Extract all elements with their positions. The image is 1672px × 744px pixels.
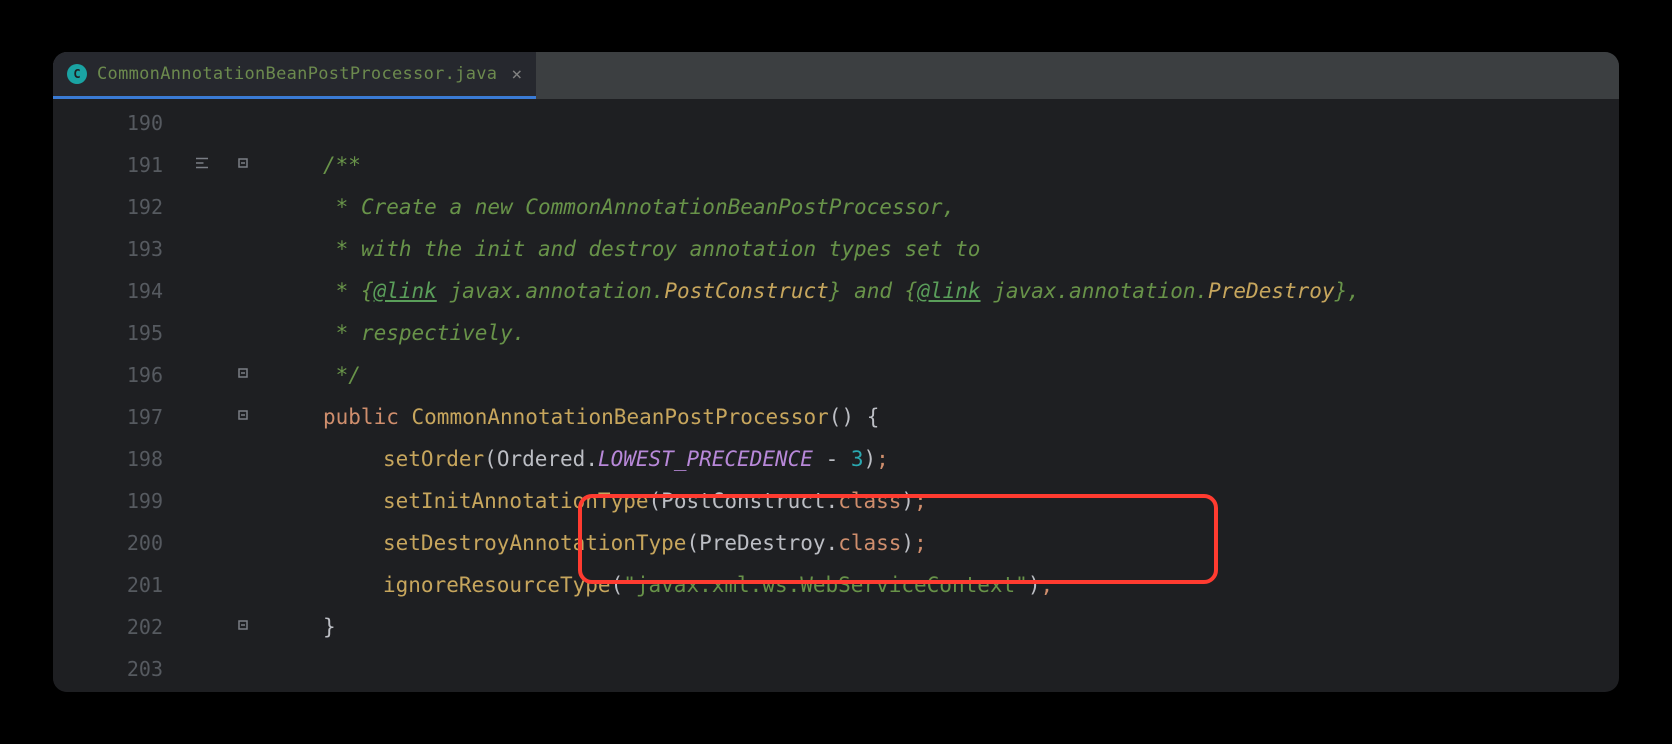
line-number: 199 — [103, 489, 163, 513]
code-line — [263, 102, 1619, 144]
line-number: 198 — [103, 447, 163, 471]
tab-label: CommonAnnotationBeanPostProcessor.java — [97, 64, 497, 84]
fold-open-icon[interactable] — [237, 409, 249, 425]
line-number: 194 — [103, 279, 163, 303]
code-line — [263, 648, 1619, 690]
file-tab[interactable]: C CommonAnnotationBeanPostProcessor.java… — [53, 52, 536, 99]
gutter-row: 202 — [53, 606, 263, 648]
editor-body: 190 191 192 193 — [53, 99, 1619, 692]
line-number: 191 — [103, 153, 163, 177]
line-number: 201 — [103, 573, 163, 597]
line-number: 203 — [103, 657, 163, 681]
code-line: * Create a new CommonAnnotationBeanPostP… — [263, 186, 1619, 228]
line-number: 193 — [103, 237, 163, 261]
code-line: setOrder(Ordered.LOWEST_PRECEDENCE - 3); — [263, 438, 1619, 480]
code-line: */ — [263, 354, 1619, 396]
code-line: * respectively. — [263, 312, 1619, 354]
code-line: * with the init and destroy annotation t… — [263, 228, 1619, 270]
paragraph-icon[interactable] — [193, 154, 211, 177]
code-area[interactable]: /** * Create a new CommonAnnotationBeanP… — [263, 99, 1619, 692]
editor-window: C CommonAnnotationBeanPostProcessor.java… — [53, 52, 1619, 692]
gutter-row: 194 — [53, 270, 263, 312]
gutter-row: 192 — [53, 186, 263, 228]
line-number: 197 — [103, 405, 163, 429]
code-line: public CommonAnnotationBeanPostProcessor… — [263, 396, 1619, 438]
code-line: setDestroyAnnotationType(PreDestroy.clas… — [263, 522, 1619, 564]
code-line: /** — [263, 144, 1619, 186]
code-line: * {@link javax.annotation.PostConstruct}… — [263, 270, 1619, 312]
gutter-row: 203 — [53, 648, 263, 690]
line-number: 200 — [103, 531, 163, 555]
line-number: 195 — [103, 321, 163, 345]
gutter-row: 191 — [53, 144, 263, 186]
gutter-row: 200 — [53, 522, 263, 564]
gutter: 190 191 192 193 — [53, 99, 263, 692]
line-number: 192 — [103, 195, 163, 219]
gutter-row: 195 — [53, 312, 263, 354]
gutter-row: 196 — [53, 354, 263, 396]
gutter-row: 197 — [53, 396, 263, 438]
fold-close-icon[interactable] — [237, 619, 249, 635]
fold-close-icon[interactable] — [237, 367, 249, 383]
code-line: } — [263, 606, 1619, 648]
gutter-row: 201 — [53, 564, 263, 606]
gutter-row: 199 — [53, 480, 263, 522]
fold-open-icon[interactable] — [237, 157, 249, 173]
line-number: 196 — [103, 363, 163, 387]
tab-bar: C CommonAnnotationBeanPostProcessor.java… — [53, 52, 1619, 99]
gutter-row: 198 — [53, 438, 263, 480]
code-line: ignoreResourceType("javax.xml.ws.WebServ… — [263, 564, 1619, 606]
code-line: setInitAnnotationType(PostConstruct.clas… — [263, 480, 1619, 522]
gutter-row: 193 — [53, 228, 263, 270]
gutter-row: 190 — [53, 102, 263, 144]
line-number: 202 — [103, 615, 163, 639]
close-tab-icon[interactable]: × — [511, 64, 522, 85]
java-class-icon: C — [67, 64, 87, 84]
line-number: 190 — [103, 111, 163, 135]
